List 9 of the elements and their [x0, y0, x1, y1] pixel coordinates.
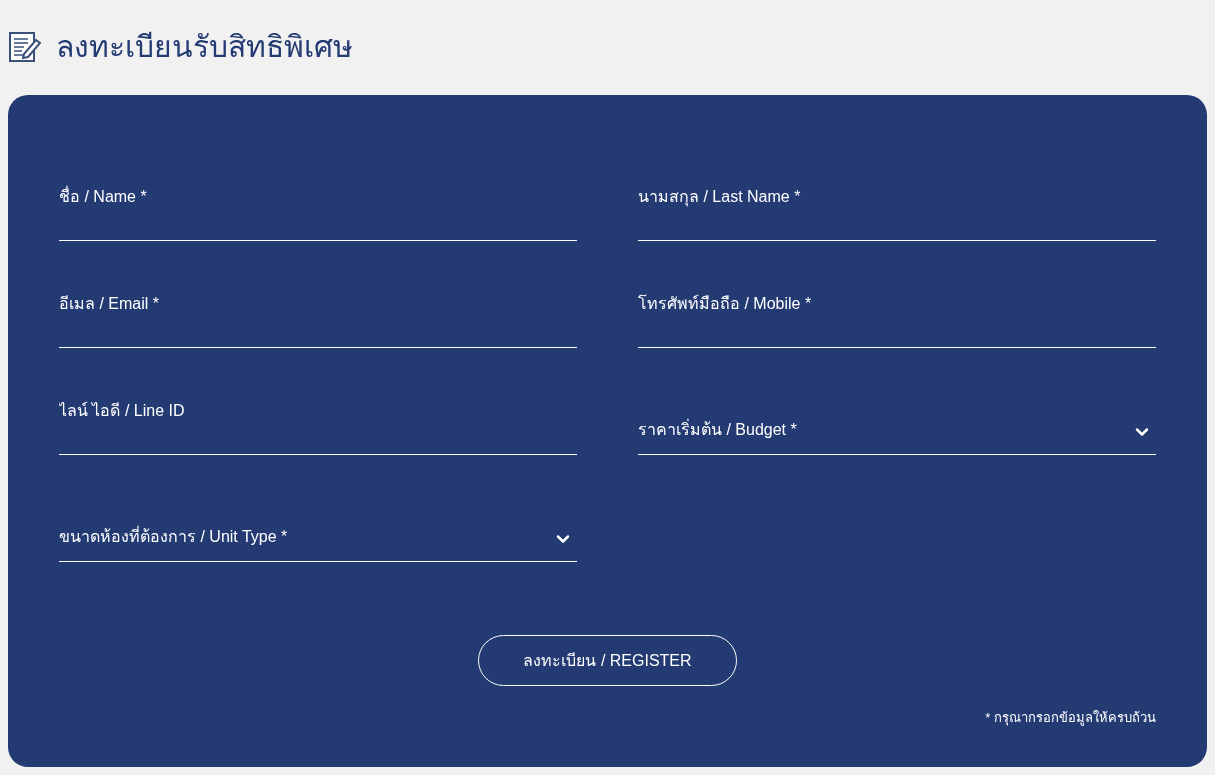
page-title: ลงทะเบียนรับสิทธิพิเศษ [56, 29, 353, 65]
dropdown-field[interactable]: ราคาเริ่มต้น / Budget * [638, 391, 1156, 455]
dropdown-field[interactable]: ขนาดห้องที่ต้องการ / Unit Type * [59, 498, 577, 562]
required-note: * กรุณากรอกข้อมูลให้ครบถ้วน [985, 709, 1156, 728]
note-pencil-icon [8, 29, 42, 64]
text-field[interactable]: ชื่อ / Name * [59, 177, 577, 241]
text-field[interactable]: โทรศัพท์มือถือ / Mobile * [638, 284, 1156, 348]
text-field[interactable]: นามสกุล / Last Name * [638, 177, 1156, 241]
text-field[interactable]: อีเมล / Email * [59, 284, 577, 348]
